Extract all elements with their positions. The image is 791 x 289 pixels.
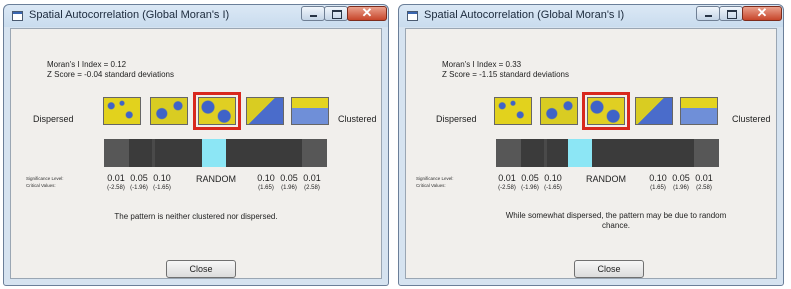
critical-values-caption: Critical Values: [416, 183, 446, 188]
close-window-button[interactable]: ✕ [742, 5, 782, 21]
close-icon: ✕ [756, 5, 768, 20]
significance-value: 0.05 [280, 173, 298, 183]
z-score-text: Z Score = -1.15 standard deviations [442, 70, 569, 79]
critical-value: (-1.96) [130, 185, 148, 191]
thumbnail-dispersed [494, 97, 532, 125]
significance-level-caption: Significance Level: [26, 176, 64, 181]
significance-captions: Significance Level: Critical Values: [416, 175, 454, 189]
significance-value: 0.10 [257, 173, 275, 183]
morans-index-text: Moran's I Index = 0.33 [442, 60, 522, 69]
minimize-icon [705, 15, 712, 17]
thumbnail-clustered [291, 97, 329, 125]
z-score-marker [568, 139, 592, 167]
clustered-label: Clustered [732, 114, 771, 124]
close-button[interactable]: Close [166, 260, 236, 278]
close-button[interactable]: Close [574, 260, 644, 278]
close-icon: ✕ [361, 5, 373, 20]
dialog-body: Moran's I Index = 0.12 Z Score = -0.04 s… [10, 28, 382, 279]
maximize-icon [332, 10, 342, 19]
result-message: While somewhat dispersed, the pattern ma… [505, 211, 727, 230]
critical-value: (1.96) [281, 185, 297, 191]
bar-segment [694, 139, 719, 167]
thumbnail-semi-dispersed [540, 97, 578, 125]
bar-segment [152, 139, 155, 167]
close-window-button[interactable]: ✕ [347, 5, 387, 21]
morans-index-text: Moran's I Index = 0.12 [47, 60, 127, 69]
significance-value: 0.05 [672, 173, 690, 183]
minimize-button[interactable] [301, 6, 325, 21]
clustered-label: Clustered [338, 114, 377, 124]
critical-value: (1.96) [673, 185, 689, 191]
minimize-icon [310, 15, 317, 17]
minimize-button[interactable] [696, 6, 720, 21]
critical-value: (-1.65) [544, 185, 562, 191]
maximize-button[interactable] [324, 6, 348, 21]
significance-bar [104, 139, 327, 167]
critical-value: (-1.65) [153, 185, 171, 191]
significance-level-caption: Significance Level: [416, 176, 454, 181]
thumbnail-dispersed [103, 97, 141, 125]
critical-value: (1.65) [258, 185, 274, 191]
significance-value: 0.05 [130, 173, 148, 183]
critical-value: (1.65) [650, 185, 666, 191]
thumbnail-random-selected [582, 92, 630, 130]
critical-value: (-1.96) [521, 185, 539, 191]
critical-value: (-2.58) [107, 185, 125, 191]
bar-segment [544, 139, 547, 167]
random-label: RANDOM [196, 174, 236, 184]
title-bar[interactable]: Spatial Autocorrelation (Global Moran's … [399, 5, 783, 28]
significance-value: 0.01 [695, 173, 713, 183]
significance-value: 0.01 [107, 173, 125, 183]
bar-segment [104, 139, 129, 167]
z-score-text: Z Score = -0.04 standard deviations [47, 70, 174, 79]
pattern-thumbnails [494, 92, 724, 130]
significance-value: 0.01 [303, 173, 321, 183]
critical-value: (-2.58) [498, 185, 516, 191]
thumbnail-semi-clustered [246, 97, 284, 125]
dispersed-label: Dispersed [33, 114, 74, 124]
title-bar[interactable]: Spatial Autocorrelation (Global Moran's … [4, 5, 388, 28]
significance-captions: Significance Level: Critical Values: [26, 175, 64, 189]
significance-value: 0.10 [544, 173, 562, 183]
thumbnail-semi-dispersed [150, 97, 188, 125]
critical-value: (2.58) [696, 185, 712, 191]
significance-value: 0.10 [153, 173, 171, 183]
thumbnail-semi-clustered [635, 97, 673, 125]
critical-value: (2.58) [304, 185, 320, 191]
random-label: RANDOM [586, 174, 626, 184]
z-score-marker [202, 139, 226, 167]
pattern-thumbnails [103, 92, 333, 130]
thumbnail-clustered [680, 97, 718, 125]
morans-i-window-left: Spatial Autocorrelation (Global Moran's … [3, 4, 389, 286]
thumbnail-random-selected [193, 92, 241, 130]
bar-segment [496, 139, 521, 167]
significance-value: 0.05 [521, 173, 539, 183]
critical-values-caption: Critical Values: [26, 183, 56, 188]
result-message: The pattern is neither clustered nor dis… [114, 212, 278, 221]
window-icon [407, 11, 418, 21]
significance-value: 0.01 [498, 173, 516, 183]
significance-value: 0.10 [649, 173, 667, 183]
maximize-icon [727, 10, 737, 19]
window-title: Spatial Autocorrelation (Global Moran's … [29, 9, 230, 21]
maximize-button[interactable] [719, 6, 743, 21]
bar-segment [302, 139, 327, 167]
dispersed-label: Dispersed [436, 114, 477, 124]
window-icon [12, 11, 23, 21]
window-title: Spatial Autocorrelation (Global Moran's … [424, 9, 625, 21]
morans-i-window-right: Spatial Autocorrelation (Global Moran's … [398, 4, 784, 286]
dialog-body: Moran's I Index = 0.33 Z Score = -1.15 s… [405, 28, 777, 279]
significance-bar [496, 139, 719, 167]
